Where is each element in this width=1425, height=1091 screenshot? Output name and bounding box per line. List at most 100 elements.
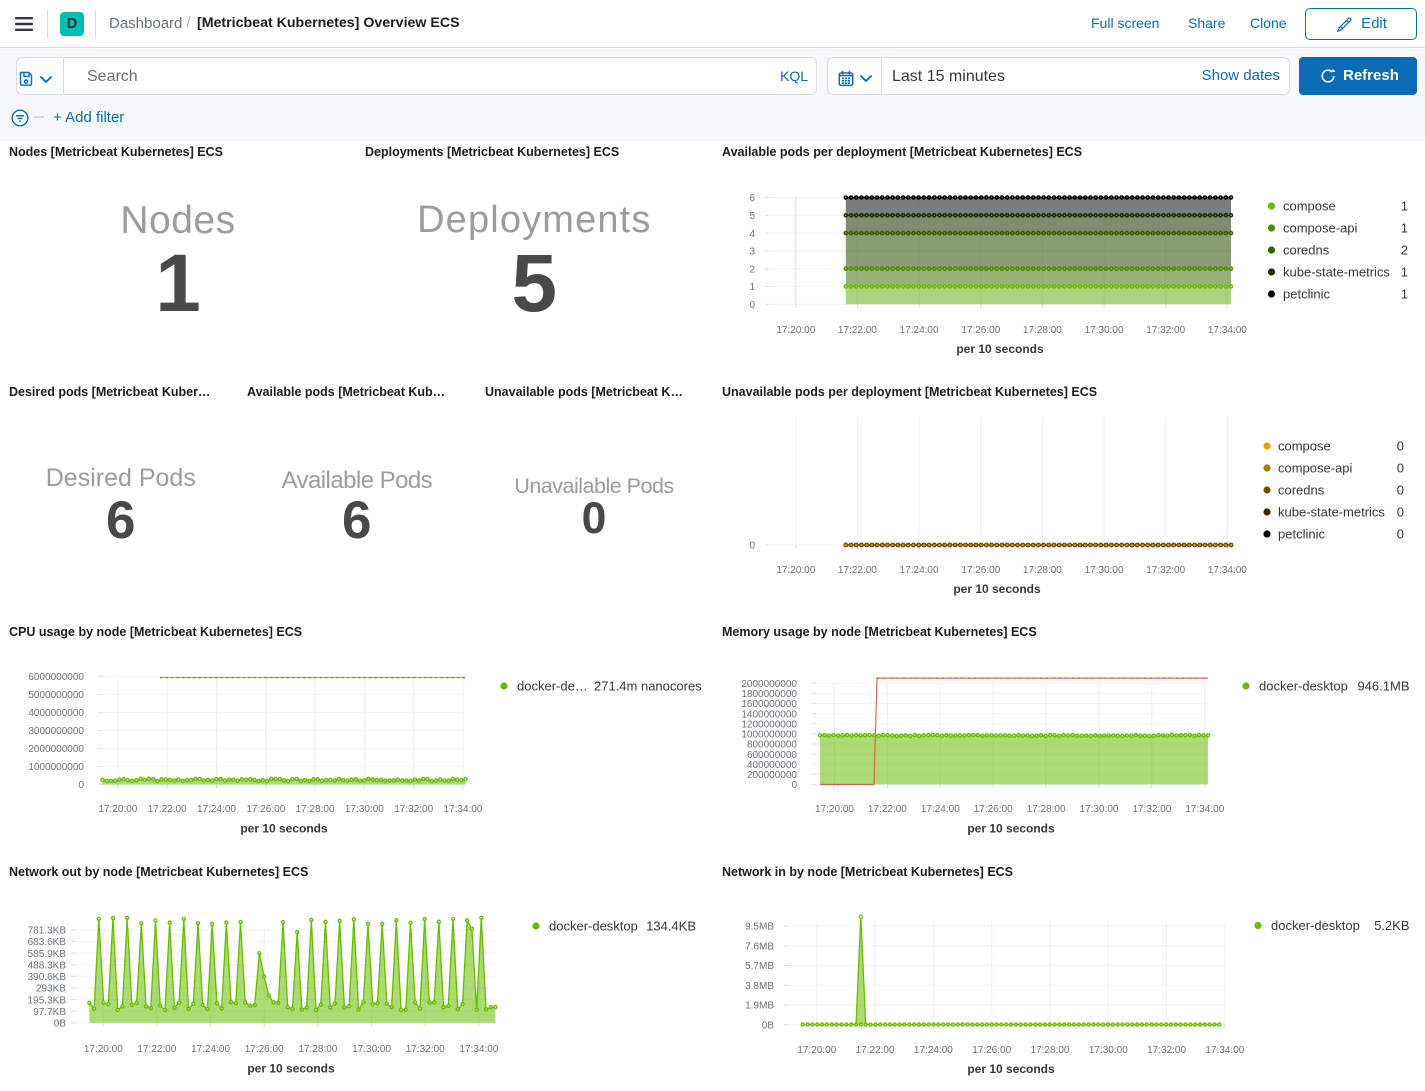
svg-text:6: 6 xyxy=(749,193,755,204)
svg-text:390.6KB: 390.6KB xyxy=(28,972,67,983)
svg-text:5.2KB: 5.2KB xyxy=(1374,918,1409,933)
svg-text:17:30:00: 17:30:00 xyxy=(1080,804,1119,815)
svg-text:1800000000: 1800000000 xyxy=(741,689,797,700)
svg-text:17:34:00: 17:34:00 xyxy=(1208,325,1247,336)
svg-text:compose: compose xyxy=(1283,199,1336,214)
svg-text:97.7KB: 97.7KB xyxy=(33,1007,66,1018)
svg-text:17:20:00: 17:20:00 xyxy=(776,325,815,336)
svg-text:2000000000: 2000000000 xyxy=(741,679,797,690)
svg-text:1400000000: 1400000000 xyxy=(741,709,797,720)
svg-text:17:22:00: 17:22:00 xyxy=(137,1044,176,1055)
svg-text:1: 1 xyxy=(1401,287,1408,302)
svg-text:0: 0 xyxy=(1397,527,1404,542)
svg-text:0: 0 xyxy=(1397,439,1404,454)
svg-text:5.7MB: 5.7MB xyxy=(745,961,774,972)
svg-text:3000000000: 3000000000 xyxy=(28,726,84,737)
svg-text:17:20:00: 17:20:00 xyxy=(797,1045,836,1056)
svg-text:per 10 seconds: per 10 seconds xyxy=(967,1062,1055,1076)
svg-text:17:28:00: 17:28:00 xyxy=(296,804,335,815)
svg-text:488.3KB: 488.3KB xyxy=(28,960,67,971)
svg-text:17:22:00: 17:22:00 xyxy=(868,804,907,815)
svg-text:docker-desktop: docker-desktop xyxy=(1259,679,1348,694)
svg-text:946.1MB: 946.1MB xyxy=(1357,679,1409,694)
svg-text:1000000000: 1000000000 xyxy=(28,762,84,773)
svg-text:coredns: coredns xyxy=(1278,483,1325,498)
svg-text:3.8MB: 3.8MB xyxy=(745,981,774,992)
svg-text:docker-de…: docker-de… xyxy=(517,679,588,694)
svg-text:1: 1 xyxy=(1401,265,1408,280)
svg-text:17:32:00: 17:32:00 xyxy=(1147,1045,1186,1056)
svg-text:17:26:00: 17:26:00 xyxy=(972,1045,1011,1056)
svg-text:5: 5 xyxy=(749,211,755,222)
svg-text:17:34:00: 17:34:00 xyxy=(459,1044,498,1055)
svg-text:docker-desktop: docker-desktop xyxy=(549,919,638,934)
svg-text:6000000000: 6000000000 xyxy=(28,672,84,683)
svg-text:600000000: 600000000 xyxy=(747,750,797,761)
svg-text:5000000000: 5000000000 xyxy=(28,690,84,701)
svg-text:1: 1 xyxy=(1401,221,1408,236)
svg-text:17:28:00: 17:28:00 xyxy=(1023,565,1062,576)
svg-text:per 10 seconds: per 10 seconds xyxy=(953,582,1041,596)
svg-text:17:26:00: 17:26:00 xyxy=(961,325,1000,336)
svg-text:17:20:00: 17:20:00 xyxy=(776,565,815,576)
svg-text:17:24:00: 17:24:00 xyxy=(900,565,939,576)
svg-text:docker-desktop: docker-desktop xyxy=(1271,918,1360,933)
svg-text:17:32:00: 17:32:00 xyxy=(394,804,433,815)
svg-text:3: 3 xyxy=(749,247,755,258)
svg-text:17:28:00: 17:28:00 xyxy=(298,1044,337,1055)
svg-text:1: 1 xyxy=(749,282,755,293)
svg-text:17:32:00: 17:32:00 xyxy=(1146,325,1185,336)
svg-text:compose-api: compose-api xyxy=(1278,461,1353,476)
svg-text:17:26:00: 17:26:00 xyxy=(246,804,285,815)
svg-text:compose-api: compose-api xyxy=(1283,221,1358,236)
svg-text:683.6KB: 683.6KB xyxy=(28,937,67,948)
svg-text:1200000000: 1200000000 xyxy=(741,719,797,730)
svg-text:781.3KB: 781.3KB xyxy=(28,926,67,937)
svg-text:petclinic: petclinic xyxy=(1283,287,1330,302)
svg-text:293KB: 293KB xyxy=(36,984,66,995)
svg-text:2000000000: 2000000000 xyxy=(28,744,84,755)
svg-text:17:32:00: 17:32:00 xyxy=(406,1044,445,1055)
svg-text:coredns: coredns xyxy=(1283,243,1330,258)
svg-text:1: 1 xyxy=(1401,199,1408,214)
svg-text:17:24:00: 17:24:00 xyxy=(191,1044,230,1055)
svg-text:0: 0 xyxy=(749,300,755,311)
svg-text:17:20:00: 17:20:00 xyxy=(815,804,854,815)
svg-text:585.9KB: 585.9KB xyxy=(28,949,67,960)
svg-text:0: 0 xyxy=(791,780,797,791)
svg-text:17:32:00: 17:32:00 xyxy=(1132,804,1171,815)
svg-text:17:24:00: 17:24:00 xyxy=(914,1045,953,1056)
svg-text:17:20:00: 17:20:00 xyxy=(98,804,137,815)
svg-text:4: 4 xyxy=(749,229,755,240)
svg-text:0: 0 xyxy=(78,780,84,791)
svg-text:per 10 seconds: per 10 seconds xyxy=(967,822,1055,836)
svg-text:271.4m nanocores: 271.4m nanocores xyxy=(594,679,702,694)
svg-text:17:22:00: 17:22:00 xyxy=(838,565,877,576)
svg-text:17:22:00: 17:22:00 xyxy=(838,325,877,336)
svg-text:195.3KB: 195.3KB xyxy=(28,995,67,1006)
svg-text:17:30:00: 17:30:00 xyxy=(1085,565,1124,576)
svg-text:800000000: 800000000 xyxy=(747,740,797,751)
svg-text:petclinic: petclinic xyxy=(1278,527,1325,542)
svg-text:per 10 seconds: per 10 seconds xyxy=(240,822,328,836)
svg-text:17:24:00: 17:24:00 xyxy=(921,804,960,815)
svg-text:9.5MB: 9.5MB xyxy=(745,922,774,933)
svg-text:17:22:00: 17:22:00 xyxy=(148,804,187,815)
svg-text:17:26:00: 17:26:00 xyxy=(961,565,1000,576)
svg-text:17:28:00: 17:28:00 xyxy=(1023,325,1062,336)
svg-text:1000000000: 1000000000 xyxy=(741,730,797,741)
svg-text:17:24:00: 17:24:00 xyxy=(197,804,236,815)
svg-text:17:34:00: 17:34:00 xyxy=(1208,565,1247,576)
svg-text:17:34:00: 17:34:00 xyxy=(1205,1045,1244,1056)
svg-text:kube-state-metrics: kube-state-metrics xyxy=(1283,265,1390,280)
svg-text:1.9MB: 1.9MB xyxy=(745,1001,774,1012)
svg-text:17:34:00: 17:34:00 xyxy=(1185,804,1224,815)
svg-text:17:28:00: 17:28:00 xyxy=(1031,1045,1070,1056)
svg-text:17:30:00: 17:30:00 xyxy=(1089,1045,1128,1056)
svg-text:17:28:00: 17:28:00 xyxy=(1027,804,1066,815)
svg-text:17:24:00: 17:24:00 xyxy=(900,325,939,336)
svg-text:2: 2 xyxy=(749,264,755,275)
svg-text:17:30:00: 17:30:00 xyxy=(352,1044,391,1055)
svg-text:kube-state-metrics: kube-state-metrics xyxy=(1278,505,1385,520)
svg-text:400000000: 400000000 xyxy=(747,760,797,771)
